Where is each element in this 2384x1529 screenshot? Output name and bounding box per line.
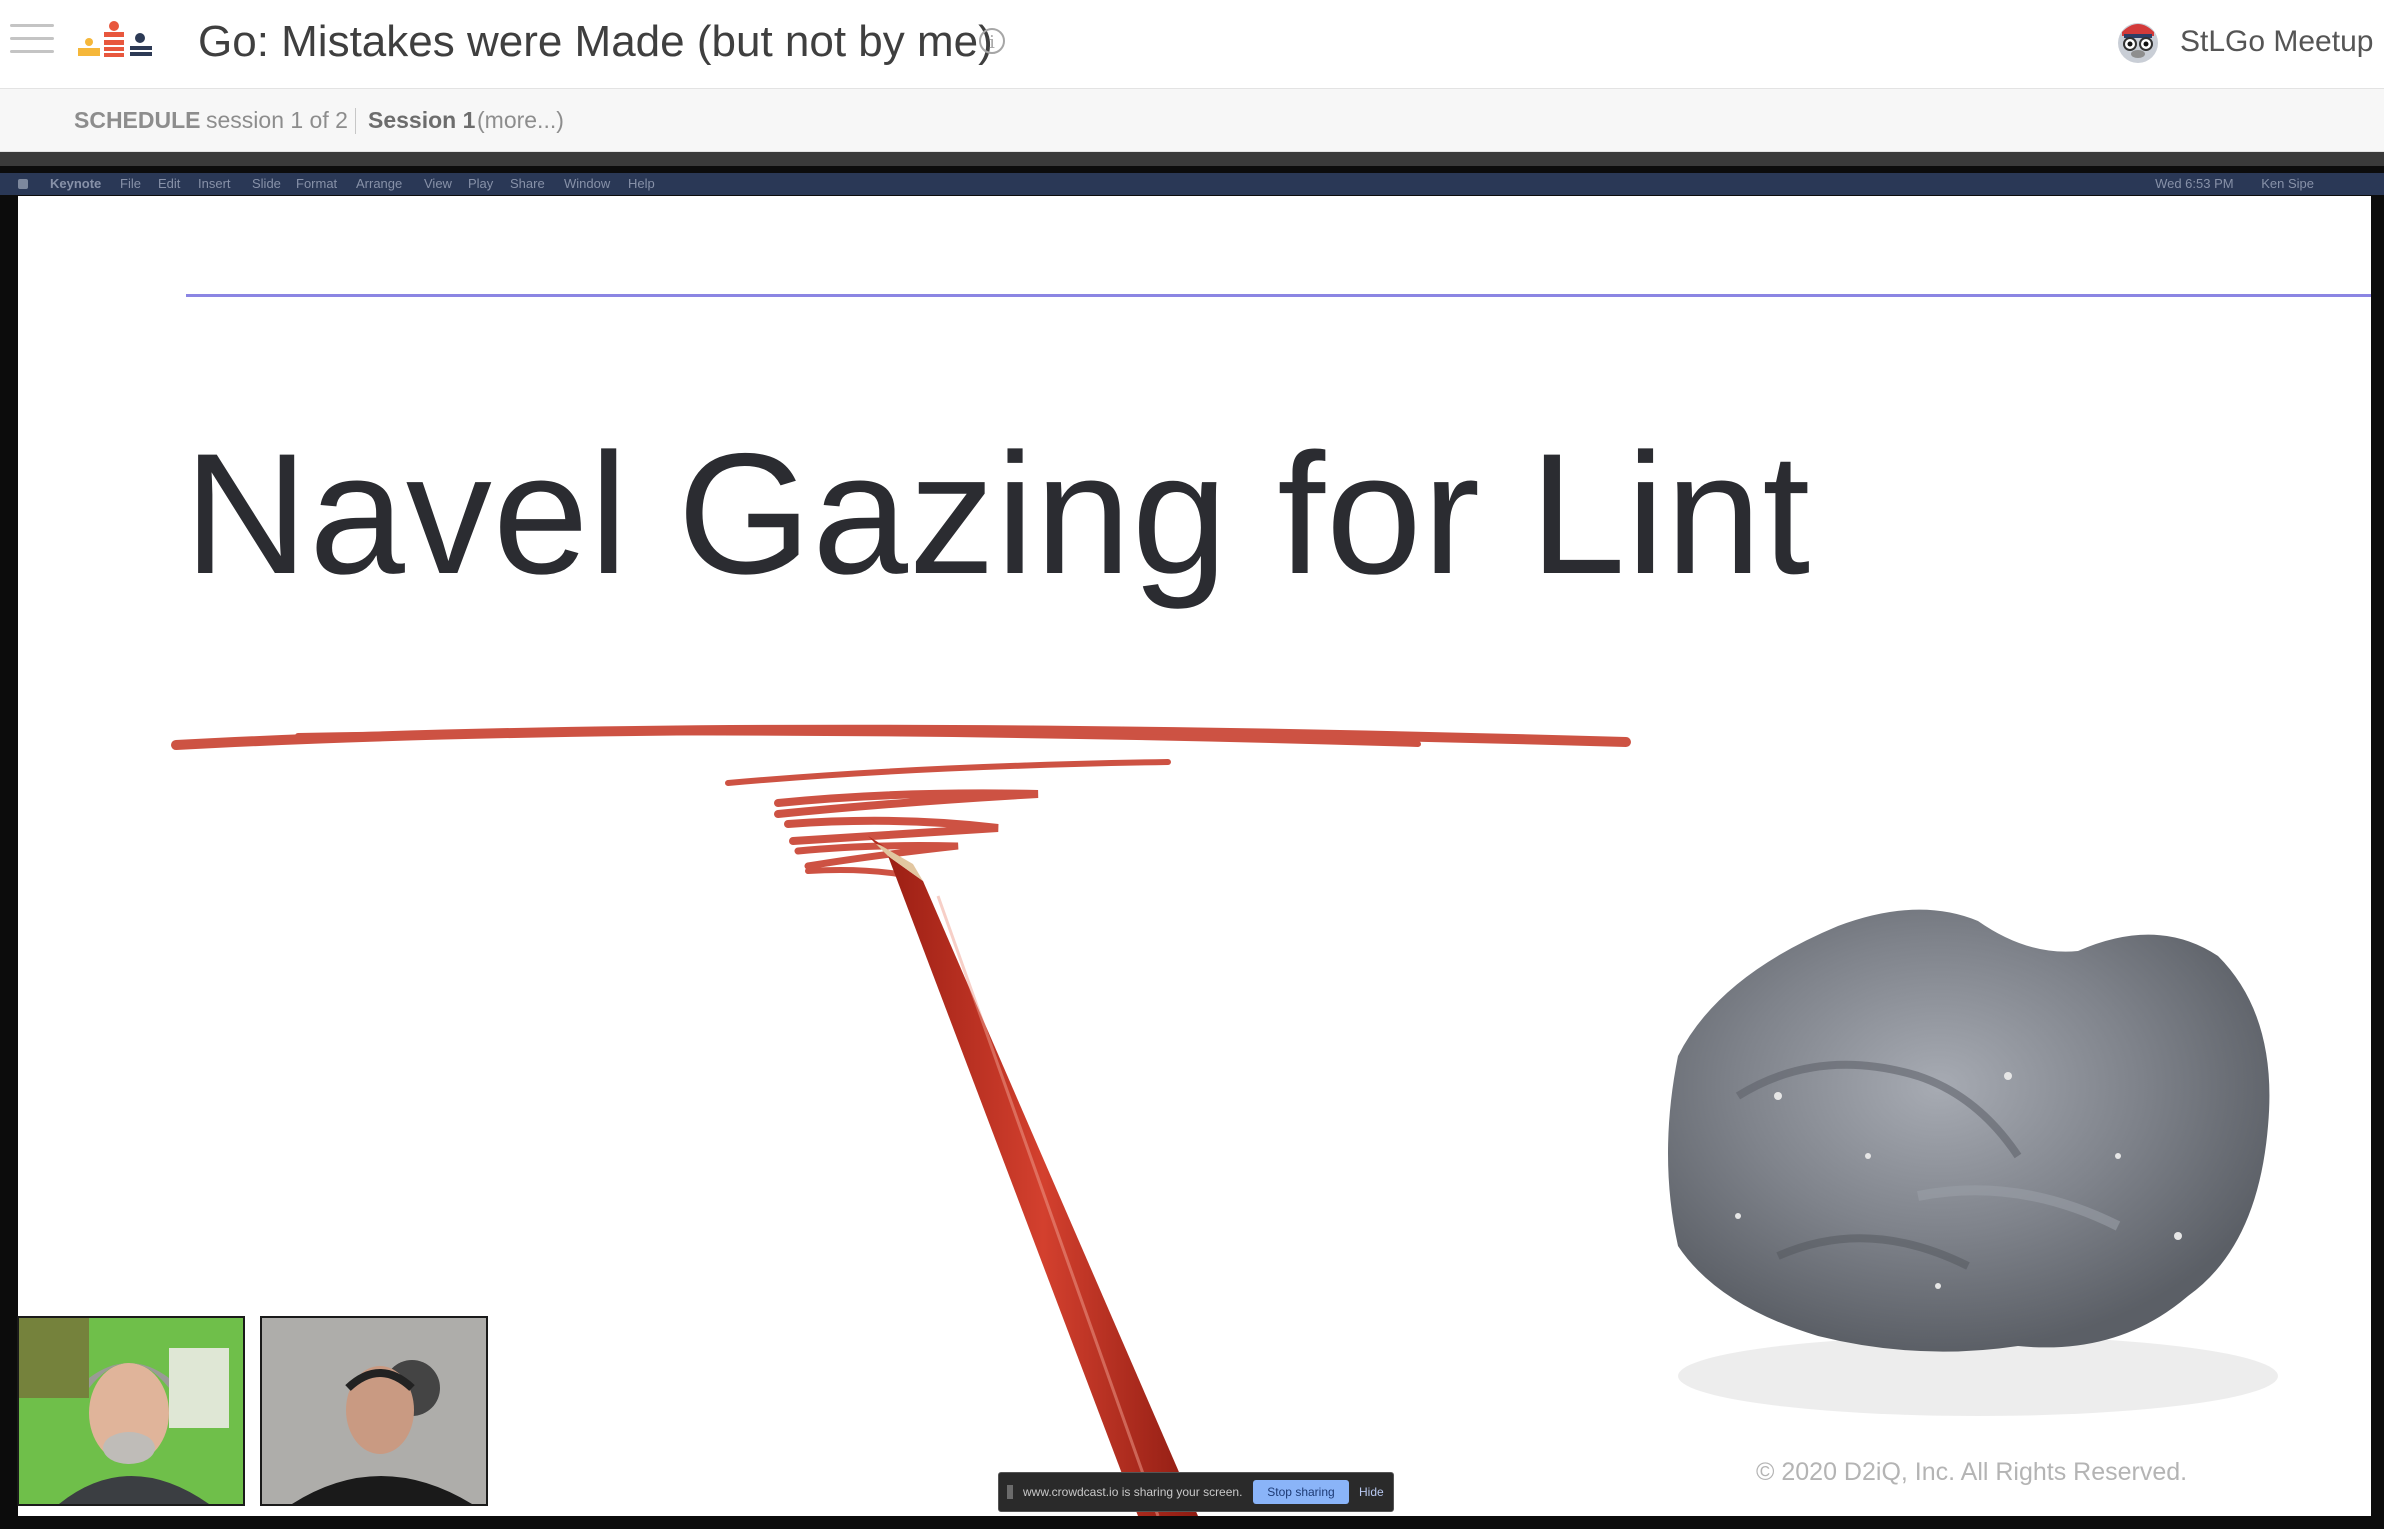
menubar-item: Help bbox=[628, 176, 655, 191]
slide-copyright: © 2020 D2iQ, Inc. All Rights Reserved. bbox=[1756, 1458, 2188, 1486]
participant-1-image bbox=[19, 1318, 243, 1504]
slide-title: Navel Gazing for Lint bbox=[184, 418, 1812, 610]
schedule-label[interactable]: SCHEDULE bbox=[74, 89, 201, 151]
menubar-item: View bbox=[424, 176, 452, 191]
menubar-status: Wed 6:53 PM Ken Sipe bbox=[2131, 173, 2314, 195]
session-count: session 1 of 2 bbox=[206, 107, 348, 133]
info-icon[interactable]: i bbox=[979, 28, 1005, 54]
hamburger-menu-icon[interactable] bbox=[10, 24, 54, 58]
stop-sharing-button[interactable]: Stop sharing bbox=[1253, 1480, 1349, 1504]
apple-icon bbox=[18, 179, 28, 189]
lint-ball bbox=[1668, 909, 2278, 1416]
menubar-item: Edit bbox=[158, 176, 181, 191]
menubar-user: Ken Sipe bbox=[2261, 176, 2314, 191]
menubar-app-name: Keynote bbox=[50, 176, 102, 191]
org-name[interactable]: StLGo Meetup bbox=[2180, 22, 2373, 62]
menubar-item: Window bbox=[564, 176, 611, 191]
menubar-item: File bbox=[120, 176, 141, 191]
shared-mac-menubar: Keynote File Edit Insert Slide Format Ar… bbox=[0, 173, 2384, 195]
menubar-item: Slide bbox=[252, 176, 281, 191]
share-message: www.crowdcast.io is sharing your screen. bbox=[1023, 1485, 1243, 1499]
menubar-item: Play bbox=[468, 176, 494, 191]
schedule-bar: SCHEDULE session 1 of 2 Session 1 (more.… bbox=[0, 89, 2384, 152]
menubar-item: Insert bbox=[198, 176, 231, 191]
participant-2-image bbox=[262, 1318, 486, 1504]
participant-video-2[interactable] bbox=[260, 1316, 488, 1506]
hide-button[interactable]: Hide bbox=[1359, 1473, 1384, 1511]
event-title: Go: Mistakes were Made (but not by me) bbox=[198, 17, 993, 66]
menubar-item: Arrange bbox=[356, 176, 403, 191]
session-name: Session 1 bbox=[368, 107, 476, 133]
participant-video-1[interactable] bbox=[17, 1316, 245, 1506]
screen-share-banner: www.crowdcast.io is sharing your screen.… bbox=[998, 1472, 1394, 1512]
stage-top-bar bbox=[0, 152, 2384, 166]
org-avatar[interactable] bbox=[2114, 16, 2162, 66]
crayon-scribble bbox=[171, 724, 1631, 877]
menubar-item: Share bbox=[510, 176, 545, 191]
app-header: Go: Mistakes were Made (but not by me) i… bbox=[0, 0, 2384, 89]
menubar-clock: Wed 6:53 PM bbox=[2155, 176, 2234, 191]
menubar-item: Format bbox=[296, 176, 338, 191]
drag-handle-icon[interactable] bbox=[1007, 1485, 1013, 1499]
crowdcast-logo[interactable] bbox=[78, 18, 158, 64]
schedule-divider bbox=[355, 108, 356, 134]
more-link[interactable]: (more...) bbox=[477, 89, 564, 151]
red-pencil bbox=[868, 836, 1198, 1516]
